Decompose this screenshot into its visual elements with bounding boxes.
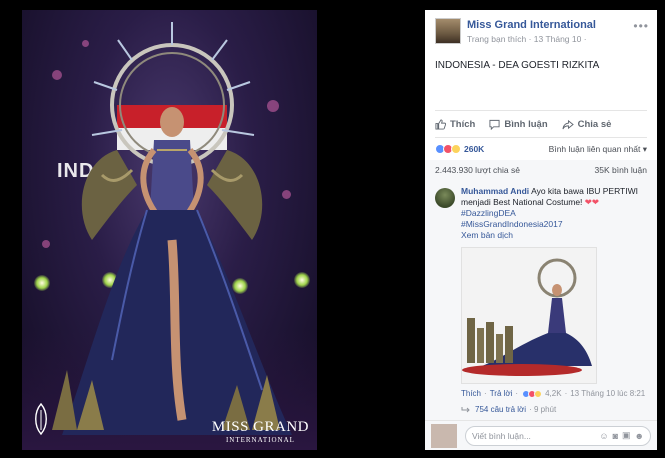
comment-actions: Thích · Trả lời · 4,2K · 13 Tháng 10 lúc… <box>461 389 646 398</box>
view-replies-link[interactable]: 754 câu trả lời · 9 phút <box>461 405 647 414</box>
share-label: Chia sẻ <box>577 118 612 130</box>
more-options-icon[interactable]: ••• <box>633 19 649 33</box>
comment-item: Muhammad Andi Ayo kita bawa IBU PERTIWI … <box>425 180 657 414</box>
share-icon <box>562 119 574 129</box>
photo-watermark: MISS GRAND INTERNATIONAL <box>211 419 309 444</box>
thumbs-up-icon <box>435 118 446 130</box>
shares-row: 2.443.930 lượt chia sẻ 35K bình luận <box>425 160 657 180</box>
comment-icon <box>489 119 500 130</box>
post-header: Miss Grand International Trang bạn thích… <box>425 10 657 50</box>
commenter-name-link[interactable]: Muhammad Andi <box>461 186 529 196</box>
replies-time: · 9 phút <box>529 405 557 414</box>
page-name-link[interactable]: Miss Grand International <box>467 19 596 31</box>
comment-like-link[interactable]: Thích <box>461 389 481 398</box>
comment-placeholder: Viết bình luận... <box>472 430 531 441</box>
comments-count-link[interactable]: 35K bình luận <box>595 165 647 175</box>
share-button[interactable]: Chia sẻ <box>562 118 612 130</box>
post-panel: Miss Grand International Trang bạn thích… <box>425 10 657 450</box>
reactions-row: 260K Bình luận liên quan nhất ▾ <box>425 138 657 160</box>
like-label: Thích <box>450 118 476 130</box>
reply-arrow-icon <box>461 406 470 412</box>
post-caption: INDONESIA - DEA GOESTI RIZKITA <box>435 60 600 71</box>
commenter-avatar[interactable] <box>435 188 455 208</box>
sticker-icon[interactable]: ☻ <box>635 431 644 441</box>
comment-button[interactable]: Bình luận <box>489 118 548 130</box>
comment-reply-link[interactable]: Trả lời <box>490 389 513 398</box>
comment-input[interactable]: Viết bình luận... ☺ ◙ ▣ ☻ <box>465 425 651 446</box>
replies-count: 754 câu trả lời <box>475 405 527 414</box>
shares-count-link[interactable]: 2.443.930 lượt chia sẻ <box>435 165 520 175</box>
gif-icon[interactable]: ▣ <box>622 430 631 441</box>
heart-emoji-icon: ❤❤ <box>584 197 600 207</box>
post-meta: Trang bạn thích · 13 Tháng 10 · <box>467 34 587 44</box>
comment-composer: Viết bình luận... ☺ ◙ ▣ ☻ <box>425 420 657 450</box>
hashtag-link[interactable]: #DazzlingDEA <box>461 208 647 219</box>
wow-reaction-icon <box>534 389 543 398</box>
comment-label: Bình luận <box>504 118 548 130</box>
see-translation-link[interactable]: Xem bản dịch <box>461 230 647 241</box>
hashtag-link[interactable]: #MissGrandIndonesia2017 <box>461 219 647 230</box>
page-avatar[interactable] <box>435 18 461 44</box>
post-actions: Thích Bình luận Chia sẻ <box>425 111 657 137</box>
reactions-summary[interactable]: 260K <box>435 144 484 154</box>
camera-icon[interactable]: ◙ <box>613 431 618 441</box>
comment-body: Muhammad Andi Ayo kita bawa IBU PERTIWI … <box>461 186 647 384</box>
comment-attached-image[interactable] <box>461 247 597 384</box>
post-photo[interactable]: INDO MISS GRAND INTERNATIONAL <box>22 10 317 450</box>
comment-sort-dropdown[interactable]: Bình luận liên quan nhất ▾ <box>549 144 647 155</box>
current-user-avatar <box>431 423 457 448</box>
costume-figure <box>52 22 292 435</box>
miss-grand-logo-icon <box>35 402 47 436</box>
emoji-icon[interactable]: ☺ <box>599 431 608 441</box>
like-button[interactable]: Thích <box>435 119 475 130</box>
costume-thumbnail <box>462 258 592 376</box>
reactions-count: 260K <box>464 144 485 154</box>
comment-reaction-count[interactable]: 4,2K <box>545 389 561 398</box>
wow-reaction-icon <box>451 144 461 154</box>
comment-timestamp[interactable]: 13 Tháng 10 lúc 8:21 <box>570 389 645 398</box>
